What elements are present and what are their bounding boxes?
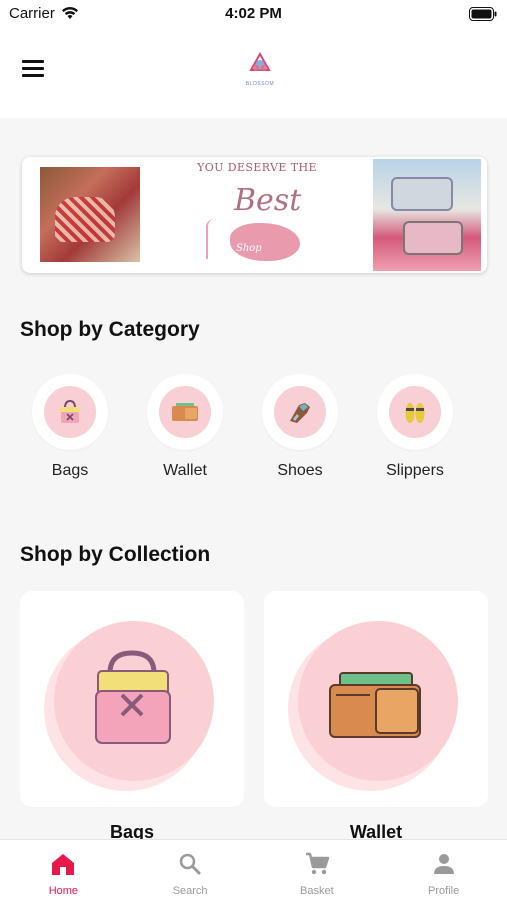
handbag-icon <box>60 399 80 423</box>
app-header: BLOSSOM <box>0 30 507 118</box>
tab-profile[interactable]: Profile <box>380 840 507 900</box>
category-slippers[interactable]: Slippers <box>365 374 465 480</box>
banner-figure-illustration <box>206 219 222 259</box>
brand-logo: BLOSSOM <box>240 51 280 92</box>
category-label: Shoes <box>277 462 323 479</box>
battery-icon <box>469 7 497 21</box>
home-icon <box>52 854 75 875</box>
category-section-title: Shop by Category <box>20 318 200 341</box>
category-bags[interactable]: Bags <box>20 374 120 480</box>
search-icon <box>179 853 201 875</box>
handbag-icon <box>44 621 214 791</box>
tab-search[interactable]: Search <box>127 840 254 900</box>
tab-label: Home <box>48 885 79 897</box>
category-label: Wallet <box>163 462 207 479</box>
slippers-icon <box>405 403 425 423</box>
banner-shoes-photo <box>40 167 140 262</box>
banner-headline: YOU DESERVE THE <box>197 161 317 174</box>
banner-script-text: Best <box>234 183 302 218</box>
promo-banner[interactable]: YOU DESERVE THE Best Shop <box>22 157 487 273</box>
tab-label: Basket <box>300 885 334 897</box>
menu-button[interactable] <box>22 60 48 82</box>
category-wallet[interactable]: Wallet <box>135 374 235 480</box>
tab-home[interactable]: Home <box>0 840 127 900</box>
category-label: Bags <box>51 462 89 479</box>
banner-bags-photo <box>373 159 481 271</box>
person-icon <box>433 854 454 874</box>
shoe-icon <box>290 403 310 423</box>
cart-icon <box>305 852 330 875</box>
collection-section-title: Shop by Collection <box>20 543 211 566</box>
status-time: 4:02 PM <box>225 5 282 22</box>
banner-blob-shape <box>230 223 300 261</box>
bottom-tab-bar: Home Search Basket Profile <box>0 839 507 900</box>
tab-label: Search <box>172 885 208 897</box>
status-bar: Carrier 4:02 PM <box>0 0 507 30</box>
collection-card-bags[interactable] <box>20 591 244 807</box>
hamburger-menu-icon <box>22 60 44 63</box>
wallet-icon <box>288 621 458 791</box>
brand-logo-text: BLOSSOM <box>245 81 275 87</box>
tab-label: Profile <box>428 885 460 897</box>
banner-shop-text: Shop <box>236 243 262 254</box>
wallet-icon <box>172 403 198 421</box>
collection-card-wallet[interactable] <box>264 591 488 807</box>
brand-logo-icon <box>249 51 271 72</box>
category-label: Slippers <box>386 462 444 479</box>
tab-basket[interactable]: Basket <box>254 840 381 900</box>
category-shoes[interactable]: Shoes <box>250 374 350 480</box>
